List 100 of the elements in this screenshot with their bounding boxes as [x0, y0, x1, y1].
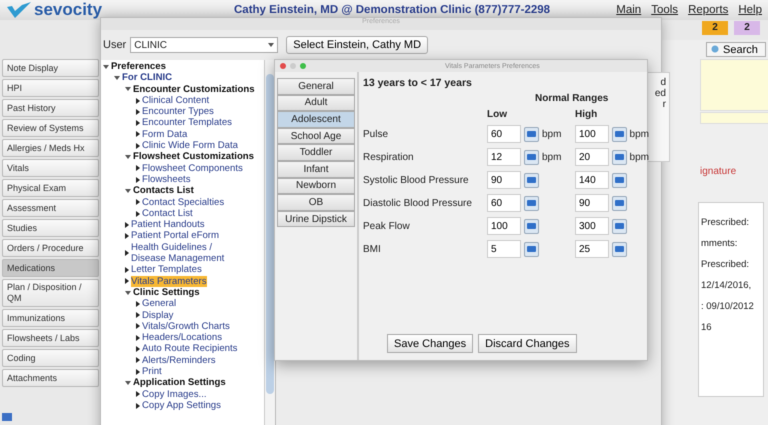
disclosure-triangle-icon[interactable] [125, 380, 131, 385]
high-value-field[interactable]: 20 [575, 148, 609, 166]
discard-button[interactable]: Discard Changes [478, 334, 577, 353]
tree-item[interactable]: Contacts List [133, 185, 194, 197]
keypad-icon[interactable] [524, 196, 539, 210]
category-tab[interactable]: OB [277, 194, 355, 211]
tree-item[interactable]: Vitals/Growth Charts [142, 320, 230, 332]
tree-item[interactable]: Flowsheet Components [142, 162, 243, 174]
disclosure-triangle-icon[interactable] [125, 188, 131, 193]
category-tab[interactable]: Toddler [277, 144, 355, 161]
keypad-icon[interactable] [612, 150, 627, 164]
high-value-field[interactable]: 140 [575, 171, 609, 189]
tree-item[interactable]: Headers/Locations [142, 332, 222, 344]
notification-badge[interactable]: 2 [702, 21, 728, 35]
tree-item[interactable]: Vitals Parameters [131, 276, 207, 287]
keypad-icon[interactable] [612, 196, 627, 210]
tree-item[interactable]: Clinic Wide Form Data [142, 140, 238, 152]
sidebar-item[interactable]: Assessment [2, 199, 99, 217]
keypad-icon[interactable] [612, 242, 627, 256]
scrollbar[interactable] [264, 60, 275, 425]
user-dropdown[interactable]: CLINIC [130, 37, 278, 53]
keypad-icon[interactable] [612, 218, 627, 234]
sidebar-item[interactable]: Physical Exam [2, 179, 99, 197]
low-value-field[interactable]: 60 [487, 194, 521, 212]
tree-item[interactable]: Contact List [142, 208, 193, 220]
menu-item[interactable]: Help [738, 4, 762, 16]
high-value-field[interactable]: 25 [575, 240, 609, 258]
low-value-field[interactable]: 90 [487, 171, 521, 189]
disclosure-triangle-icon[interactable] [103, 64, 109, 69]
tree-item[interactable]: For CLINIC [122, 72, 172, 84]
tree-item[interactable]: Encounter Templates [142, 117, 232, 129]
tree-item[interactable]: Health Guidelines / Disease Management [131, 242, 236, 264]
keypad-icon[interactable] [524, 172, 539, 188]
category-tab[interactable]: Urine Dipstick [277, 210, 355, 228]
tree-item[interactable]: Copy Images... [142, 388, 207, 400]
sidebar-item[interactable]: Past History [2, 99, 99, 117]
sidebar-item[interactable]: Allergies / Meds Hx [2, 139, 99, 157]
category-tab[interactable]: General [277, 78, 355, 95]
tree-item[interactable]: Preferences [111, 61, 166, 72]
menu-item[interactable]: Reports [688, 4, 728, 16]
tree-item[interactable]: Patient Portal eForm [131, 230, 219, 242]
sidebar-item[interactable]: Attachments [2, 369, 99, 387]
sidebar-item[interactable]: HPI [2, 79, 99, 97]
tree-item[interactable]: Flowsheet Customizations [133, 151, 254, 163]
sidebar-item[interactable]: Note Display [2, 59, 99, 77]
disclosure-triangle-icon[interactable] [125, 155, 131, 160]
select-user-button[interactable]: Select Einstein, Cathy MD [286, 36, 428, 54]
tree-item[interactable]: Patient Handouts [131, 219, 205, 230]
keypad-icon[interactable] [524, 126, 539, 142]
low-value-field[interactable]: 5 [487, 240, 521, 258]
high-value-field[interactable]: 100 [575, 125, 609, 143]
tree-item[interactable]: Auto Route Recipients [142, 343, 238, 355]
menu-item[interactable]: Tools [651, 4, 678, 16]
category-tab[interactable]: Adult [277, 94, 355, 112]
menu-item[interactable]: Main [616, 4, 642, 16]
search-button[interactable]: Search [706, 42, 766, 57]
category-tab[interactable]: Adolescent [277, 111, 355, 128]
low-value-field[interactable]: 12 [487, 148, 521, 166]
tree-item[interactable]: Flowsheets [142, 174, 191, 186]
category-tab[interactable]: School Age [277, 128, 355, 144]
low-value-field[interactable]: 60 [487, 125, 521, 143]
keypad-icon[interactable] [524, 242, 539, 256]
close-icon[interactable] [280, 63, 286, 69]
disclosure-triangle-icon[interactable] [125, 290, 131, 295]
keypad-icon[interactable] [612, 172, 627, 188]
disclosure-triangle-icon[interactable] [125, 87, 131, 92]
tree-item[interactable]: Letter Templates [131, 264, 202, 276]
tree-item[interactable]: Application Settings [133, 377, 226, 389]
sidebar-item[interactable]: Orders / Procedure [2, 239, 99, 257]
tree-item[interactable]: Display [142, 310, 174, 321]
tree-item[interactable]: General [142, 298, 176, 310]
tree-item[interactable]: Encounter Types [142, 106, 214, 118]
high-value-field[interactable]: 300 [575, 217, 609, 235]
tree-item[interactable]: Clinical Content [142, 94, 210, 106]
sidebar-item[interactable]: Vitals [2, 159, 99, 177]
sidebar-item[interactable]: Coding [2, 349, 99, 367]
keypad-icon[interactable] [524, 150, 539, 164]
category-tab[interactable]: Newborn [277, 178, 355, 194]
tree-item[interactable]: Copy App Settings [142, 400, 221, 412]
sidebar-item[interactable]: Medications [2, 259, 99, 277]
tree-item[interactable]: Encounter Customizations [133, 84, 255, 95]
sidebar-item[interactable]: Studies [2, 219, 99, 237]
keypad-icon[interactable] [612, 126, 627, 142]
tree-item[interactable]: Alerts/Reminders [142, 354, 216, 366]
tree-item[interactable]: Clinic Settings [133, 286, 200, 298]
sidebar-item[interactable]: Plan / Disposition / QM [2, 279, 99, 307]
save-button[interactable]: Save Changes [387, 334, 474, 353]
signature-link[interactable]: ignature [700, 166, 736, 177]
sidebar-item[interactable]: Immunizations [2, 309, 99, 327]
tree-item[interactable]: Form Data [142, 128, 188, 140]
low-value-field[interactable]: 100 [487, 217, 521, 235]
tree-item[interactable]: Contact Specialties [142, 196, 224, 208]
high-value-field[interactable]: 90 [575, 194, 609, 212]
keypad-icon[interactable] [524, 218, 539, 234]
tree-item[interactable]: Print [142, 366, 162, 378]
bullet-triangle-icon[interactable] [125, 250, 129, 256]
disclosure-triangle-icon[interactable] [114, 76, 120, 80]
notification-badge[interactable]: 2 [734, 21, 760, 35]
sidebar-item[interactable]: Flowsheets / Labs [2, 329, 99, 347]
sidebar-item[interactable]: Review of Systems [2, 119, 99, 137]
